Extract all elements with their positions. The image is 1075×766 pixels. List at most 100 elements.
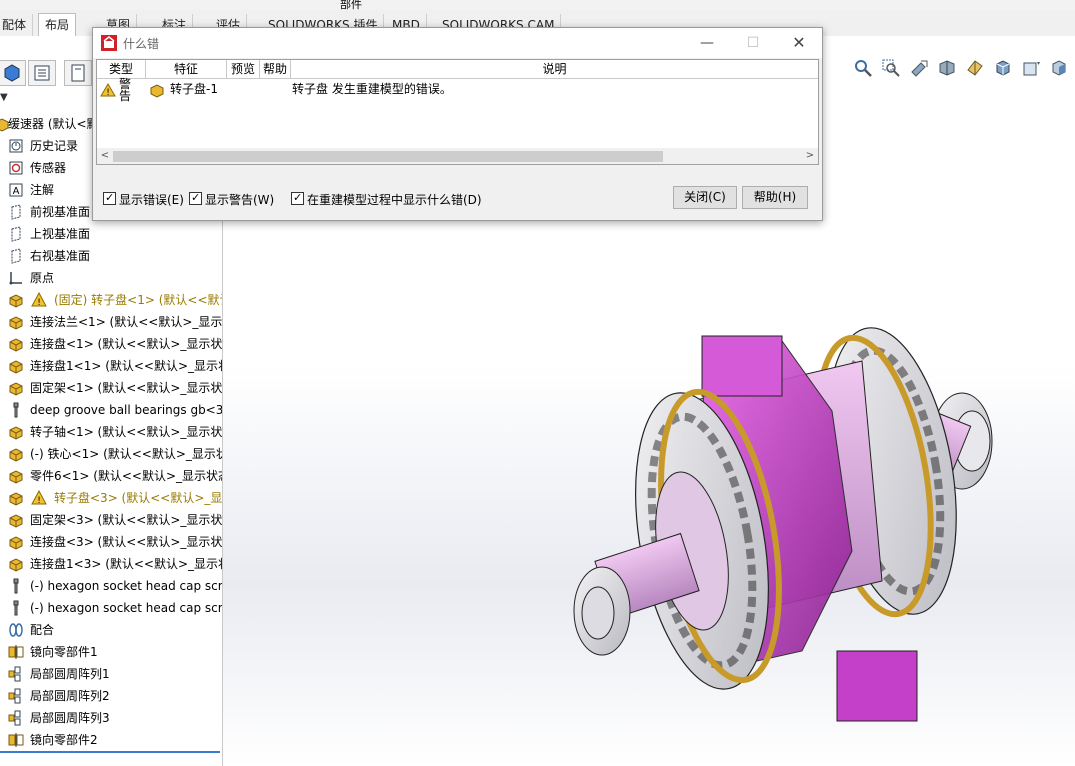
tree-item[interactable]: 连接盘<1> (默认<<默认>_显示状态	[0, 333, 222, 355]
configuration-icon	[71, 64, 85, 82]
scroll-left-icon[interactable]: <	[97, 148, 113, 164]
ribbon-top-strip: 部件	[0, 0, 1075, 11]
zoom-to-fit-icon[interactable]	[853, 58, 873, 78]
tree-item[interactable]: 零件6<1> (默认<<默认>_显示状态	[0, 465, 222, 487]
row-description: 转子盘 发生重建模型的错误。	[292, 82, 452, 96]
close-icon[interactable]: ✕	[789, 33, 809, 53]
column-header-preview[interactable]: 预览	[227, 60, 260, 79]
tree-item[interactable]: 固定架<3> (默认<<默认>_显示状态	[0, 509, 222, 531]
zoom-area-icon[interactable]	[881, 58, 901, 78]
tree-item[interactable]: 连接盘1<1> (默认<<默认>_显示状	[0, 355, 222, 377]
tree-item[interactable]: 固定架<1> (默认<<默认>_显示状态	[0, 377, 222, 399]
tree-item[interactable]: (-) hexagon socket head cap scre	[0, 575, 222, 597]
tree-item[interactable]: 连接盘<3> (默认<<默认>_显示状态	[0, 531, 222, 553]
warning-icon: !	[31, 490, 47, 506]
part-icon	[9, 426, 23, 440]
tree-item-label: 镜向零部件2	[30, 733, 98, 747]
close-button[interactable]: 关闭(C)	[673, 186, 737, 209]
tree-item-label: (-) hexagon socket head cap scre	[30, 579, 222, 593]
show-warnings-checkbox[interactable]: 显示警告(W)	[189, 190, 274, 208]
hide-show-icon[interactable]	[1021, 58, 1041, 78]
tree-item[interactable]: 镜向零部件2	[0, 729, 222, 751]
configuration-manager-tab[interactable]	[64, 60, 92, 86]
previous-view-icon[interactable]	[909, 58, 929, 78]
appearance-icon[interactable]	[1049, 58, 1069, 78]
column-header-description[interactable]: 说明	[291, 60, 818, 79]
show-errors-label: 显示错误(E)	[119, 193, 184, 207]
show-during-rebuild-checkbox[interactable]: 在重建模型过程中显示什么错(D)	[291, 190, 482, 208]
display-style-icon[interactable]	[993, 58, 1013, 78]
show-during-rebuild-label: 在重建模型过程中显示什么错(D)	[307, 193, 482, 207]
tree-item[interactable]: (-) 铁心<1> (默认<<默认>_显示状	[0, 443, 222, 465]
part-icon	[9, 316, 23, 330]
what-wrong-dialog: 什么错 — ☐ ✕ 类型 特征 预览 帮助 说明 ! 警告 转子盘-1 转子盘 …	[92, 27, 823, 221]
svg-text:A: A	[13, 186, 20, 197]
column-header-feature[interactable]: 特征	[146, 60, 227, 79]
tree-item[interactable]: 局部圆周阵列1	[0, 663, 222, 685]
checkbox-check-icon	[291, 190, 304, 206]
history-icon	[9, 139, 23, 153]
mirror-icon	[8, 733, 24, 747]
assembly-3d-model[interactable]	[562, 291, 1042, 731]
tree-filter-icon[interactable]: ▼	[0, 92, 8, 103]
tree-item-label: 零件6<1> (默认<<默认>_显示状态	[30, 469, 222, 483]
tree-item[interactable]: 局部圆周阵列2	[0, 685, 222, 707]
pattern-icon	[8, 710, 21, 726]
part-icon	[9, 382, 23, 396]
help-button[interactable]: 帮助(H)	[742, 186, 808, 209]
annotation-icon: A	[9, 183, 23, 197]
toolbox-icon	[13, 402, 19, 418]
table-row[interactable]: ! 警告 转子盘-1 转子盘 发生重建模型的错误。	[97, 77, 818, 114]
tree-item[interactable]: 转子轴<1> (默认<<默认>_显示状态	[0, 421, 222, 443]
tree-item-label: 连接盘<1> (默认<<默认>_显示状态	[30, 337, 222, 351]
tab-assembly[interactable]: 配体	[0, 14, 34, 36]
pattern-icon	[8, 666, 21, 682]
tree-item[interactable]: 配合	[0, 619, 222, 641]
tree-item[interactable]: 连接法兰<1> (默认<<默认>_显示状	[0, 311, 222, 333]
tree-item-label: 连接法兰<1> (默认<<默认>_显示状	[30, 315, 222, 329]
tree-item-label: 局部圆周阵列3	[30, 711, 110, 725]
tree-item-label: 固定架<3> (默认<<默认>_显示状态	[30, 513, 222, 527]
show-errors-checkbox[interactable]: 显示错误(E)	[103, 190, 184, 208]
mirror-icon	[8, 645, 24, 659]
tree-item-label: 固定架<1> (默认<<默认>_显示状态	[30, 381, 222, 395]
tree-item-label: (-) hexagon socket head cap scre	[30, 601, 222, 615]
tree-item-label: 连接盘1<3> (默认<<默认>_显示状	[30, 557, 222, 571]
tree-item[interactable]: 镜向零部件1	[0, 641, 222, 663]
dialog-title-bar[interactable]: 什么错 — ☐ ✕	[93, 28, 822, 58]
feature-manager-tab[interactable]	[0, 60, 26, 86]
tree-item[interactable]: ! 转子盘<3> (默认<<默认>_显示	[0, 487, 222, 509]
horizontal-scrollbar[interactable]: < >	[97, 148, 818, 164]
tree-item-label: (-) 铁心<1> (默认<<默认>_显示状	[30, 447, 222, 461]
plane-icon	[11, 204, 21, 220]
tab-layout[interactable]: 布局	[38, 13, 77, 36]
scrollbar-thumb[interactable]	[113, 151, 663, 162]
tree-item[interactable]: 原点	[0, 267, 222, 289]
part-icon	[9, 470, 23, 484]
scroll-right-icon[interactable]: >	[802, 148, 818, 164]
tree-item[interactable]: 局部圆周阵列3	[0, 707, 222, 729]
tree-item-label: 局部圆周阵列1	[30, 667, 110, 681]
part-icon	[9, 360, 23, 374]
tree-item[interactable]: 上视基准面	[0, 223, 222, 245]
feature-tree-icon	[4, 64, 20, 82]
tree-end-marker	[0, 751, 220, 753]
tree-item[interactable]: 连接盘1<3> (默认<<默认>_显示状	[0, 553, 222, 575]
property-manager-tab[interactable]	[28, 60, 56, 86]
tree-item-label: 局部圆周阵列2	[30, 689, 110, 703]
tree-item[interactable]: deep groove ball bearings gb<3	[0, 399, 222, 421]
minimize-icon[interactable]: —	[697, 33, 717, 53]
column-header-help[interactable]: 帮助	[260, 60, 291, 79]
tree-item[interactable]: ! (固定) 转子盘<1> (默认<<默认	[0, 289, 222, 311]
heads-up-view-toolbar	[853, 58, 1069, 78]
section-view-icon[interactable]	[937, 58, 957, 78]
tree-item[interactable]: (-) hexagon socket head cap scre	[0, 597, 222, 619]
view-orientation-icon[interactable]	[965, 58, 985, 78]
property-list-icon	[34, 65, 50, 81]
tree-root-label: 缓速器 (默认<默	[8, 117, 99, 131]
svg-text:!: !	[106, 88, 110, 97]
tree-item-label: 注解	[30, 183, 55, 197]
row-type: 警告	[119, 77, 132, 103]
tree-item[interactable]: 右视基准面	[0, 245, 222, 267]
error-list[interactable]: 类型 特征 预览 帮助 说明 ! 警告 转子盘-1 转子盘 发生重建模型的错误。…	[96, 59, 819, 165]
